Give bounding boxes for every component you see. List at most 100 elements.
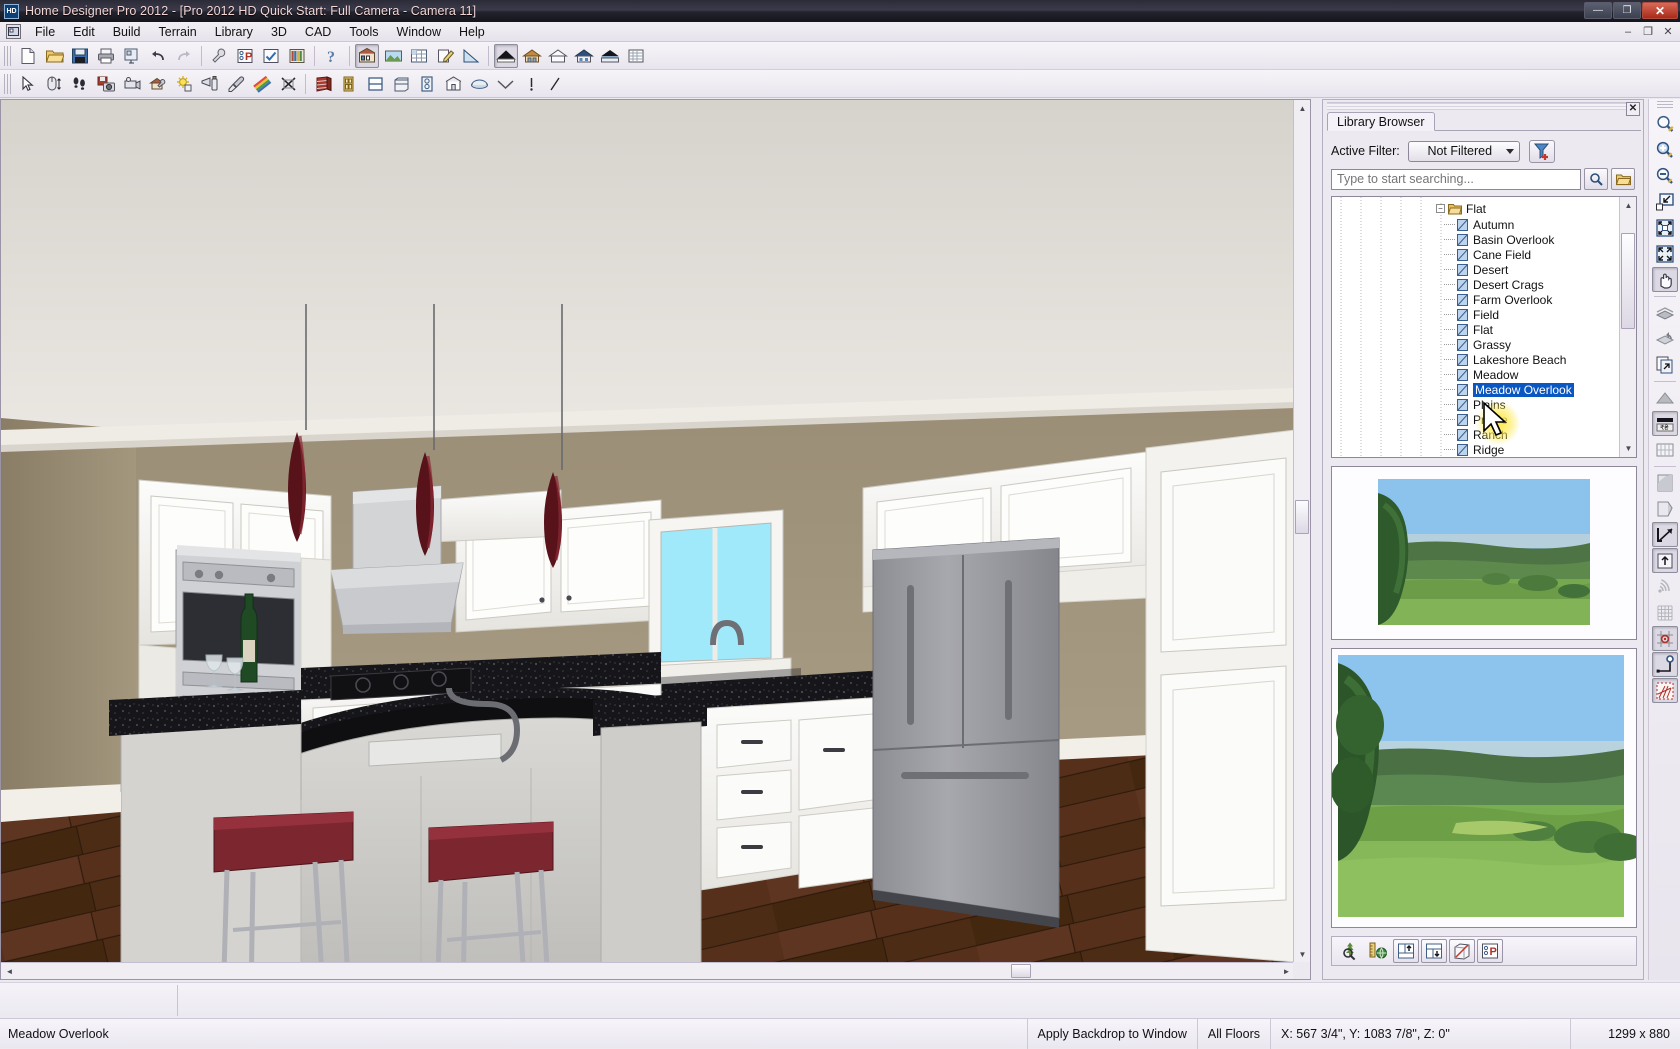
ruler-tool-button[interactable] [519, 72, 543, 96]
menu-3d[interactable]: 3D [262, 23, 296, 41]
camera-viewport[interactable]: ▲ ▼ ◄ ► [0, 99, 1311, 980]
tree-item-ranch[interactable]: Ranch [1444, 427, 1508, 442]
document-icon[interactable] [6, 24, 21, 39]
house-settings-button[interactable] [146, 72, 170, 96]
cross-section-button[interactable] [598, 44, 622, 68]
wall-tool-button[interactable] [311, 72, 335, 96]
tree-item-flat[interactable]: Flat [1444, 322, 1493, 337]
cabinet-tool-button[interactable] [389, 72, 413, 96]
full-camera-button[interactable] [494, 44, 518, 68]
tree-item-desert[interactable]: Desert [1444, 262, 1508, 277]
redo-button[interactable] [172, 44, 196, 68]
tree-item-autumn[interactable]: Autumn [1444, 217, 1514, 232]
zoom-out-button[interactable] [1652, 163, 1678, 188]
undo-button[interactable] [146, 44, 170, 68]
plan-defaults-button[interactable]: P [233, 44, 257, 68]
attic-floor-button[interactable] [1652, 385, 1678, 410]
tree-item-desert-crags[interactable]: Desert Crags [1444, 277, 1544, 292]
tree-scroll-up-arrow[interactable]: ▲ [1620, 197, 1637, 214]
line-style-button[interactable] [1652, 522, 1678, 547]
framing-overview-button[interactable] [572, 44, 596, 68]
no-backdrop-button[interactable] [276, 72, 300, 96]
menu-help[interactable]: Help [450, 23, 494, 41]
framing-button[interactable] [1652, 437, 1678, 462]
fill-style-button[interactable] [1652, 496, 1678, 521]
snap-radio-button[interactable] [1652, 574, 1678, 599]
grid-snaps-button[interactable] [1652, 600, 1678, 625]
tree-item-plains[interactable]: Plains [1444, 397, 1506, 412]
add-to-library-button[interactable] [1365, 939, 1391, 963]
walkthrough-button[interactable] [68, 72, 92, 96]
search-library-button[interactable] [1337, 939, 1363, 963]
camera-view-button[interactable] [381, 44, 405, 68]
menu-file[interactable]: File [26, 23, 64, 41]
fill-window-building-button[interactable] [1652, 215, 1678, 240]
tree-item-lakeshore-beach[interactable]: Lakeshore Beach [1444, 352, 1566, 367]
tree-item-meadow[interactable]: Meadow [1444, 367, 1518, 382]
mdi-minimize-button[interactable]: – [1619, 24, 1637, 39]
edit-area-button[interactable] [433, 44, 457, 68]
eyedropper-button[interactable] [224, 72, 248, 96]
mdi-close-button[interactable]: ✕ [1659, 24, 1677, 39]
spray-paint-button[interactable] [198, 72, 222, 96]
fill-window-button[interactable] [1652, 189, 1678, 214]
menu-edit[interactable]: Edit [64, 23, 104, 41]
viewport-horizontal-scrollbar[interactable]: ◄ ► [1, 962, 1295, 979]
material-list-button[interactable] [407, 44, 431, 68]
library-tree[interactable]: − Flat AutumnBasin OverlookCane FieldDes… [1331, 196, 1637, 458]
tree-item-cane-field[interactable]: Cane Field [1444, 247, 1531, 262]
new-plan-button[interactable] [16, 44, 40, 68]
vertical-scroll-thumb[interactable] [1295, 500, 1309, 534]
tree-item-field[interactable]: Field [1444, 307, 1499, 322]
library-browser-button[interactable] [285, 44, 309, 68]
perspective-overview-button[interactable] [520, 44, 544, 68]
panel-top-button[interactable] [1393, 939, 1419, 963]
print-preview-button[interactable] [120, 44, 144, 68]
tree-node-root[interactable]: − Flat [1436, 201, 1486, 216]
minimize-button[interactable]: — [1584, 2, 1612, 19]
picture-file-button[interactable] [94, 72, 118, 96]
up-one-floor-button[interactable] [1652, 300, 1678, 325]
room-tool-button[interactable] [441, 72, 465, 96]
adjust-camera-button[interactable] [120, 72, 144, 96]
tree-item-farm-overlook[interactable]: Farm Overlook [1444, 292, 1552, 307]
mdi-restore-button[interactable]: ❐ [1639, 24, 1657, 39]
preferences-button[interactable] [207, 44, 231, 68]
tree-item-basin-overlook[interactable]: Basin Overlook [1444, 232, 1554, 247]
display-options-button[interactable] [259, 44, 283, 68]
tree-item-meadow-overlook[interactable]: Meadow Overlook [1444, 382, 1574, 397]
browse-library-button[interactable] [1611, 168, 1635, 190]
menu-library[interactable]: Library [206, 23, 262, 41]
panel-bottom-button[interactable] [1421, 939, 1447, 963]
active-filter-select[interactable]: Not Filtered [1408, 141, 1520, 162]
zoom-in-button[interactable] [1652, 137, 1678, 162]
tree-item-prairie[interactable]: Prairie [1444, 412, 1508, 427]
tree-item-grassy[interactable]: Grassy [1444, 337, 1511, 352]
angle-snaps-button[interactable] [1652, 652, 1678, 677]
toolbar-grip[interactable] [4, 46, 12, 66]
preview-pane-button[interactable] [1449, 939, 1475, 963]
tree-scroll-thumb[interactable] [1621, 233, 1635, 329]
kitchen-3d-render[interactable] [1, 100, 1295, 963]
save-plan-button[interactable] [68, 44, 92, 68]
tree-scroll-down-arrow[interactable]: ▼ [1620, 440, 1637, 457]
zoom-window-button[interactable] [1652, 111, 1678, 136]
chevron-tool-button[interactable] [493, 72, 517, 96]
horizontal-scroll-thumb[interactable] [1011, 964, 1031, 978]
tree-item-ridge[interactable]: Ridge [1444, 442, 1504, 457]
scroll-left-arrow[interactable]: ◄ [1, 963, 18, 980]
snap-grid-button[interactable] [1652, 678, 1678, 703]
doll-house-view-button[interactable] [546, 44, 570, 68]
right-toolbar-grip[interactable] [1657, 101, 1673, 108]
collapse-toggle-icon[interactable]: − [1436, 204, 1445, 213]
print-button[interactable] [94, 44, 118, 68]
pan-window-button[interactable] [1652, 267, 1678, 292]
maximize-button[interactable]: ❐ [1613, 2, 1641, 19]
foundation-button[interactable]: ₹₴ [1652, 411, 1678, 436]
sun-angle-button[interactable] [172, 72, 196, 96]
zoom-extents-button[interactable] [1652, 241, 1678, 266]
scroll-up-arrow[interactable]: ▲ [1294, 100, 1311, 117]
menu-terrain[interactable]: Terrain [150, 23, 206, 41]
mouse-orbit-button[interactable] [42, 72, 66, 96]
arrow-up-button[interactable] [1652, 548, 1678, 573]
